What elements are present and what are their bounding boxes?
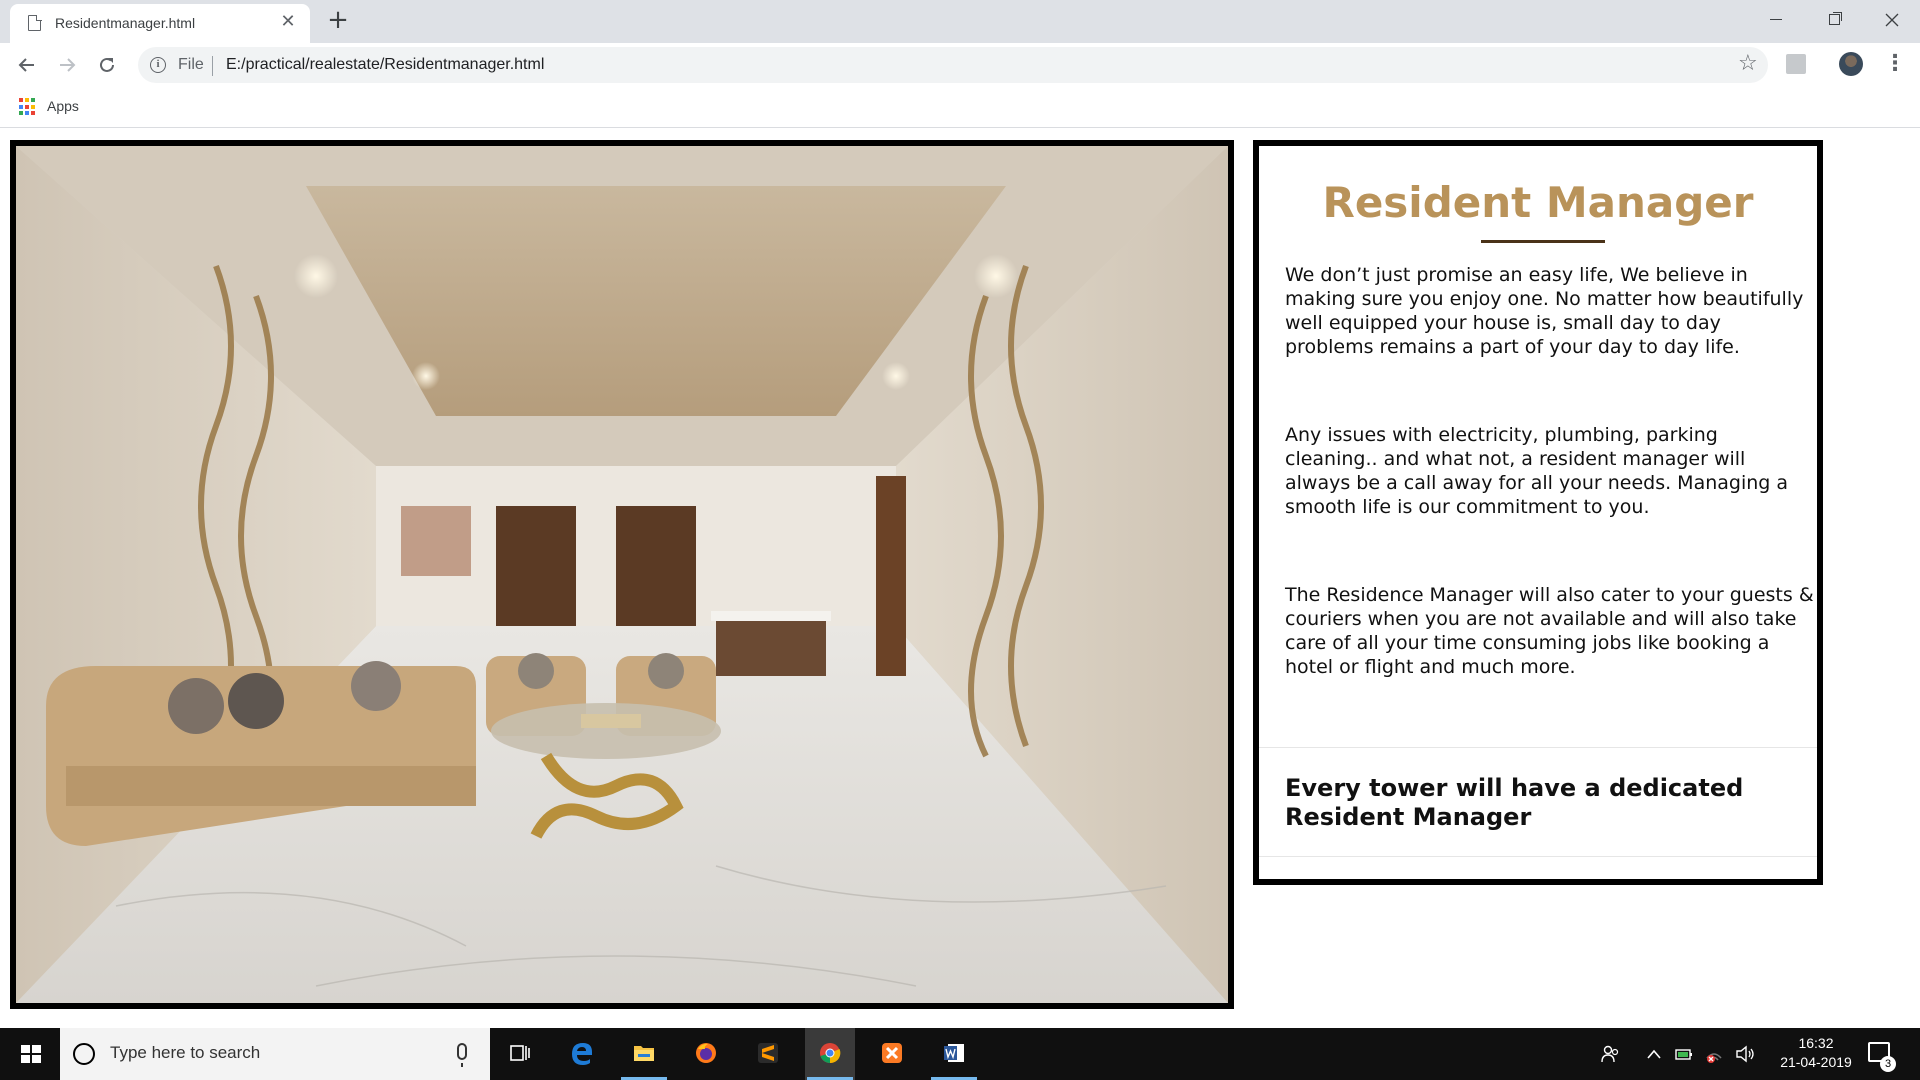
- edge-taskbar-button[interactable]: [557, 1028, 607, 1080]
- bookmark-star-icon[interactable]: ☆: [1738, 51, 1758, 76]
- word-taskbar-button[interactable]: [929, 1028, 979, 1080]
- new-tab-button[interactable]: +: [324, 6, 352, 34]
- browser-menu-icon[interactable]: ⋮: [1884, 50, 1906, 78]
- resident-manager-card: Resident Manager We don’t just promise a…: [1253, 140, 1823, 885]
- xampp-icon: [882, 1043, 902, 1063]
- notification-count-badge: 3: [1880, 1056, 1896, 1072]
- url-separator: [212, 56, 213, 76]
- card-paragraph-3: The Residence Manager will also cater to…: [1285, 584, 1814, 678]
- browser-toolbar: i File E:/practical/realestate/Residentm…: [0, 43, 1920, 88]
- card-title: Resident Manager: [1322, 178, 1754, 227]
- firefox-taskbar-button[interactable]: [681, 1028, 731, 1080]
- card-paragraph-2: Any issues with electricity, plumbing, p…: [1285, 424, 1789, 518]
- restore-icon: [1828, 14, 1840, 25]
- clock-time: 16:32: [1798, 1035, 1834, 1051]
- task-view-button[interactable]: [495, 1028, 545, 1080]
- microphone-icon[interactable]: [457, 1043, 467, 1067]
- search-placeholder: Type here to search: [110, 1043, 261, 1062]
- windows-taskbar: Type here to search 16:32 21-04-2019 3: [0, 1028, 1920, 1080]
- back-button[interactable]: [11, 49, 43, 81]
- windows-logo-icon: [21, 1045, 41, 1063]
- people-icon[interactable]: [1600, 1044, 1620, 1064]
- file-explorer-taskbar-button[interactable]: [619, 1028, 669, 1080]
- clock-date: 21-04-2019: [1780, 1054, 1852, 1070]
- close-icon: [1885, 13, 1899, 26]
- apps-bookmark[interactable]: Apps: [47, 98, 79, 114]
- divider: [1259, 856, 1817, 857]
- word-icon: [944, 1044, 964, 1062]
- minimize-button[interactable]: [1748, 0, 1804, 38]
- xampp-taskbar-button[interactable]: [867, 1028, 917, 1080]
- divider: [1259, 747, 1817, 748]
- browser-tab[interactable]: Residentmanager.html ✕: [10, 4, 310, 43]
- address-bar[interactable]: i File E:/practical/realestate/Residentm…: [138, 47, 1768, 83]
- forward-button[interactable]: [51, 49, 83, 81]
- card-footer-text: Every tower will have a dedicated Reside…: [1285, 774, 1744, 831]
- back-arrow-icon: [18, 58, 34, 72]
- url-text[interactable]: E:/practical/realestate/Residentmanager.…: [226, 56, 544, 74]
- wifi-icon[interactable]: [1704, 1044, 1726, 1064]
- info-icon[interactable]: i: [150, 57, 166, 73]
- lobby-photo: [10, 140, 1234, 1009]
- taskbar-clock[interactable]: 16:32 21-04-2019: [1776, 1034, 1856, 1072]
- browser-tabstrip: Residentmanager.html ✕ +: [0, 0, 1920, 43]
- tab-close-button[interactable]: ✕: [278, 12, 298, 32]
- title-underline: [1481, 240, 1605, 243]
- reload-icon: [100, 57, 114, 72]
- taskbar-search[interactable]: Type here to search: [60, 1028, 490, 1080]
- restore-button[interactable]: [1806, 0, 1862, 38]
- edge-icon: [572, 1043, 592, 1065]
- battery-icon[interactable]: [1674, 1044, 1694, 1064]
- lobby-illustration: [16, 146, 1228, 1003]
- task-view-icon: [510, 1045, 530, 1061]
- volume-icon[interactable]: [1734, 1044, 1756, 1064]
- apps-grid-icon[interactable]: [19, 98, 37, 116]
- reload-button[interactable]: [91, 49, 123, 81]
- tab-title: Residentmanager.html: [55, 15, 196, 31]
- chrome-taskbar-button[interactable]: [805, 1028, 855, 1080]
- card-paragraph-1: We don’t just promise an easy life, We b…: [1285, 264, 1804, 358]
- file-icon: [28, 14, 42, 31]
- chevron-up-icon[interactable]: [1646, 1048, 1662, 1060]
- extension-icon[interactable]: [1786, 54, 1806, 74]
- firefox-icon: [696, 1043, 716, 1063]
- cortana-icon: [73, 1043, 95, 1065]
- minimize-icon: [1770, 19, 1782, 20]
- close-window-button[interactable]: [1864, 0, 1920, 38]
- page-content: Resident Manager We don’t just promise a…: [0, 129, 1920, 1028]
- forward-arrow-icon: [60, 58, 76, 72]
- sublime-text-taskbar-button[interactable]: [743, 1028, 793, 1080]
- url-scheme: File: [178, 56, 204, 73]
- bookmarks-bar: Apps: [0, 88, 1920, 128]
- start-button[interactable]: [0, 1028, 60, 1080]
- folder-icon: [634, 1046, 654, 1061]
- profile-avatar[interactable]: [1839, 52, 1863, 76]
- chrome-icon: [820, 1043, 841, 1064]
- sublime-text-icon: [758, 1043, 778, 1063]
